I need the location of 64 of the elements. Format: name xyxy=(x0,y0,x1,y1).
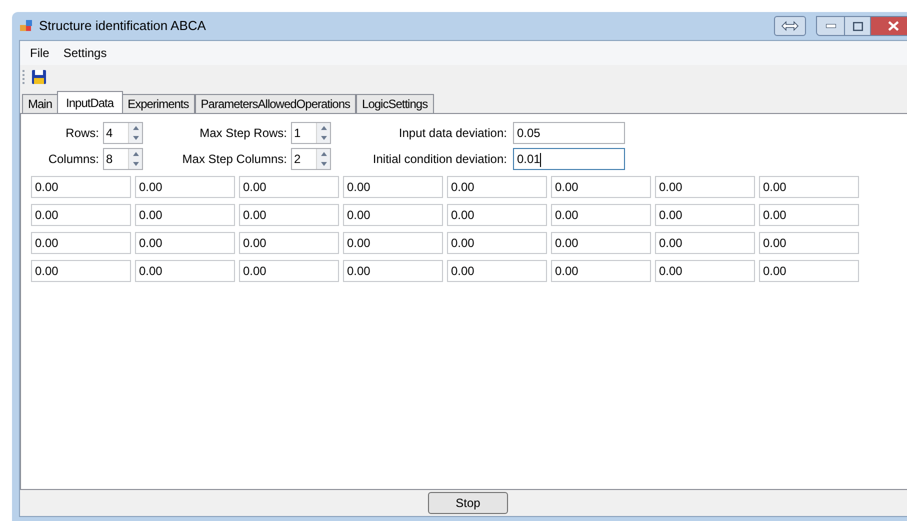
value-field[interactable]: 0.00 xyxy=(135,176,235,198)
value-field[interactable]: 0.00 xyxy=(31,204,131,226)
tab[interactable]: InputData xyxy=(57,91,123,113)
value-field[interactable]: 0.00 xyxy=(135,260,235,282)
input-field[interactable]: 0.05 xyxy=(513,122,625,144)
close-icon xyxy=(888,21,899,31)
value-field[interactable]: 0.00 xyxy=(759,260,859,282)
window-title: Structure identification ABCA xyxy=(39,17,206,36)
close-button[interactable] xyxy=(870,17,907,35)
value-field[interactable]: 0.00 xyxy=(447,204,547,226)
value-field[interactable]: 0.00 xyxy=(447,176,547,198)
value-field[interactable]: 0.00 xyxy=(447,232,547,254)
value-field[interactable]: 0.00 xyxy=(343,260,443,282)
number-spinner[interactable]: 4 xyxy=(103,122,143,144)
app-icon xyxy=(19,19,33,33)
number-spinner[interactable]: 2 xyxy=(291,148,331,170)
minimize-button[interactable] xyxy=(817,17,844,35)
maximize-button[interactable] xyxy=(844,17,870,35)
tab[interactable]: Experiments xyxy=(122,94,195,113)
value-field[interactable]: 0.00 xyxy=(343,176,443,198)
value-field[interactable]: 0.00 xyxy=(343,204,443,226)
tab[interactable]: Main xyxy=(22,94,58,113)
value-field[interactable]: 0.00 xyxy=(655,176,755,198)
resize-button[interactable] xyxy=(774,16,806,36)
menu-item[interactable]: File xyxy=(24,44,56,62)
field-label: Rows: xyxy=(64,125,99,142)
value-field[interactable]: 0.00 xyxy=(759,204,859,226)
number-spinner[interactable]: 1 xyxy=(291,122,331,144)
value-field[interactable]: 0.00 xyxy=(551,204,651,226)
input-field[interactable]: 0.01 xyxy=(513,148,625,170)
minimize-icon xyxy=(826,24,836,28)
tab[interactable]: LogicSettings xyxy=(356,94,434,113)
field-label: Input data deviation: xyxy=(398,125,507,142)
maximize-icon xyxy=(852,22,862,30)
value-field[interactable]: 0.00 xyxy=(31,260,131,282)
value-field[interactable]: 0.00 xyxy=(655,260,755,282)
number-spinner[interactable]: 8 xyxy=(103,148,143,170)
value-field[interactable]: 0.00 xyxy=(551,260,651,282)
value-field[interactable]: 0.00 xyxy=(343,232,443,254)
value-field[interactable]: 0.00 xyxy=(759,176,859,198)
field-label: Columns: xyxy=(47,151,99,168)
field-label: Max Step Rows: xyxy=(198,125,287,142)
value-field[interactable]: 0.00 xyxy=(135,204,235,226)
field-label: Initial condition deviation: xyxy=(372,151,507,168)
stop-button[interactable]: Stop xyxy=(428,492,508,514)
tab[interactable]: ParametersAllowedOperations xyxy=(194,94,356,113)
value-field[interactable]: 0.00 xyxy=(655,204,755,226)
value-field[interactable]: 0.00 xyxy=(31,232,131,254)
value-field[interactable]: 0.00 xyxy=(239,204,339,226)
value-field[interactable]: 0.00 xyxy=(759,232,859,254)
grip-icon xyxy=(22,69,25,85)
value-field[interactable]: 0.00 xyxy=(135,232,235,254)
double-arrow-icon xyxy=(781,21,799,31)
value-field[interactable]: 0.00 xyxy=(447,260,547,282)
save-button[interactable] xyxy=(29,67,49,87)
value-field[interactable]: 0.00 xyxy=(239,176,339,198)
value-field[interactable]: 0.00 xyxy=(31,176,131,198)
value-field[interactable]: 0.00 xyxy=(551,232,651,254)
value-field[interactable]: 0.00 xyxy=(655,232,755,254)
value-field[interactable]: 0.00 xyxy=(239,260,339,282)
menu-item[interactable]: Settings xyxy=(57,44,113,62)
value-field[interactable]: 0.00 xyxy=(551,176,651,198)
value-field[interactable]: 0.00 xyxy=(239,232,339,254)
field-label: Max Step Columns: xyxy=(181,151,287,168)
